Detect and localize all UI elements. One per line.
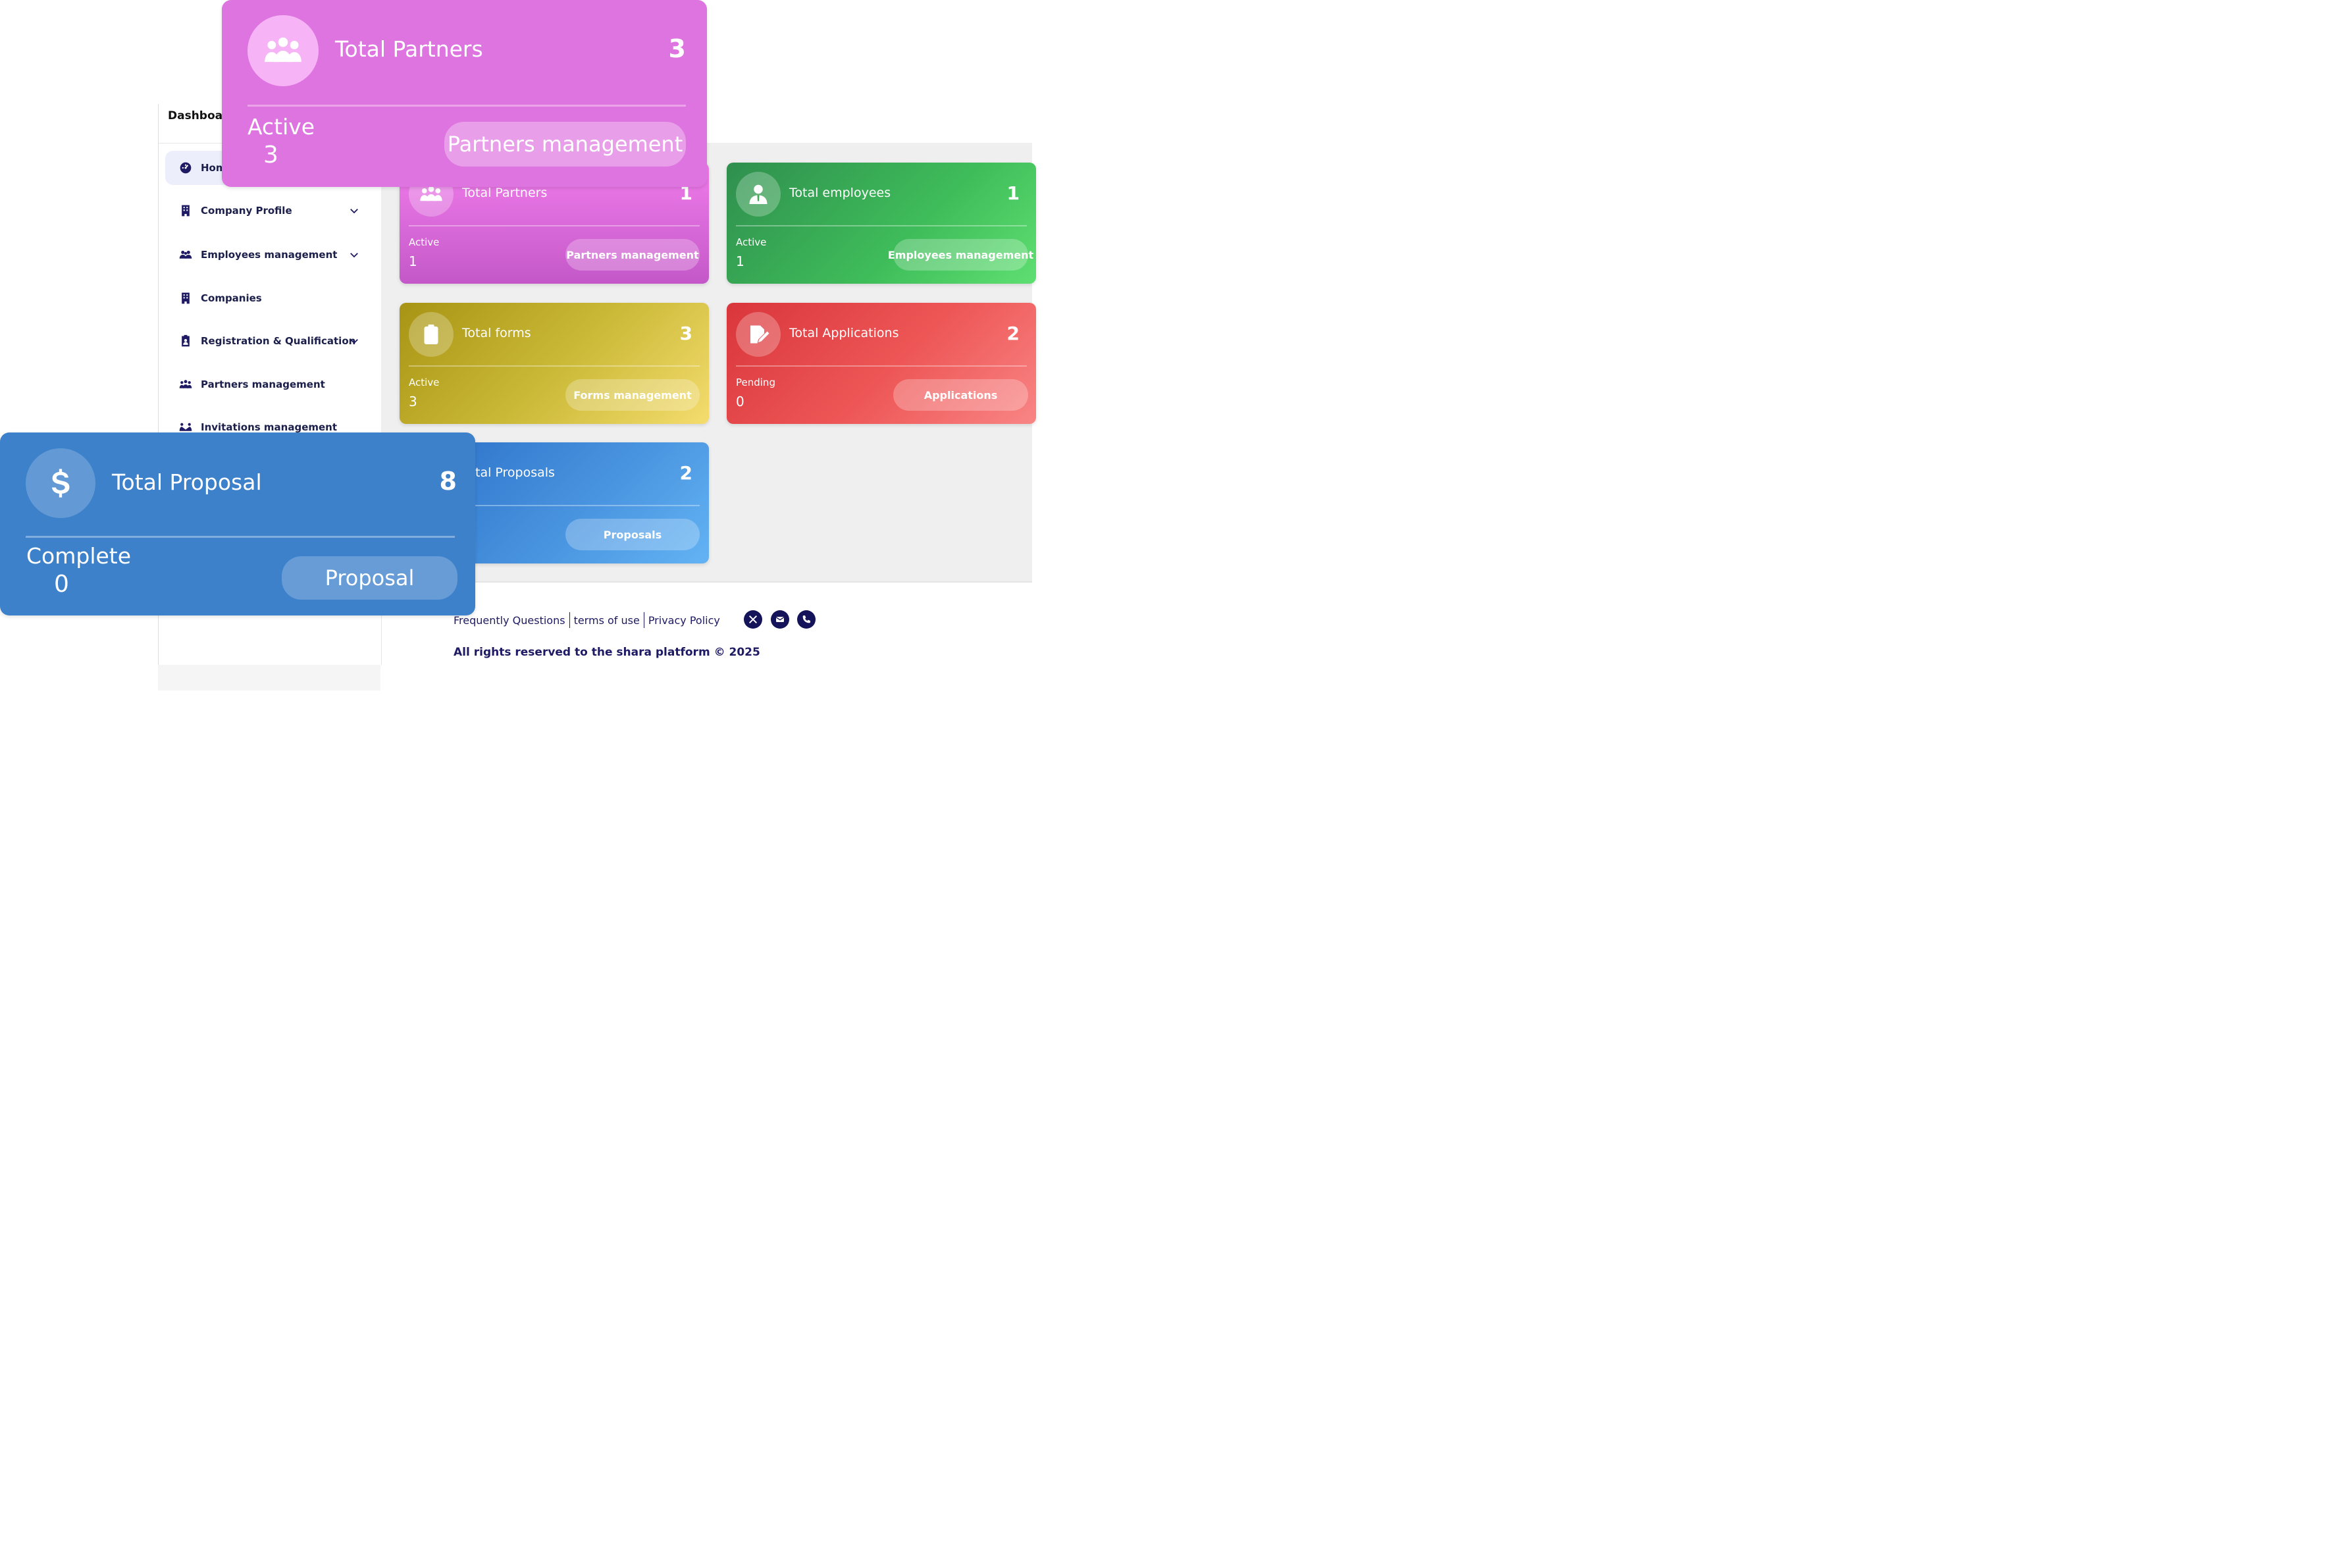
card-title: Total Partners bbox=[335, 36, 483, 62]
footer-link-privacy[interactable]: Privacy Policy bbox=[648, 614, 720, 627]
footer-divider bbox=[381, 581, 1032, 583]
sidebar-item-company-profile[interactable]: Company Profile bbox=[165, 194, 373, 228]
chevron-down-icon[interactable] bbox=[348, 205, 360, 217]
forms-management-button[interactable]: Forms management bbox=[565, 379, 700, 411]
card-total-applications: Total Applications 2 Pending 0 Applicati… bbox=[727, 303, 1036, 424]
card-divider bbox=[247, 105, 686, 107]
proposal-button[interactable]: Proposal bbox=[282, 556, 457, 600]
card-status-value: 3 bbox=[263, 142, 278, 169]
employee-icon bbox=[736, 172, 781, 217]
card-status-label: Complete bbox=[26, 543, 132, 569]
card-count: 2 bbox=[1006, 323, 1020, 344]
card-count: 3 bbox=[668, 34, 686, 63]
card-count: 8 bbox=[439, 467, 457, 496]
card-title: Total forms bbox=[462, 326, 531, 340]
card-status-label: Pending bbox=[736, 377, 775, 388]
footer-links: Frequently Questions terms of use Privac… bbox=[454, 612, 720, 628]
card-status-label: Active bbox=[409, 236, 440, 248]
zoom-card-total-proposal: Total Proposal 8 Complete 0 Proposal bbox=[0, 432, 475, 615]
x-icon[interactable] bbox=[744, 610, 762, 629]
applications-button[interactable]: Applications bbox=[893, 379, 1028, 411]
card-divider bbox=[409, 225, 700, 226]
clipboard-icon bbox=[409, 312, 454, 357]
card-title: Total employees bbox=[789, 186, 891, 200]
card-total-employees: Total employees 1 Active 1 Employees man… bbox=[727, 163, 1036, 284]
sidebar-item-label: Companies bbox=[201, 292, 262, 304]
sidebar-item-partners-management[interactable]: Partners management bbox=[165, 367, 373, 402]
card-status-value: 0 bbox=[54, 571, 69, 598]
group-icon bbox=[178, 377, 193, 392]
card-divider bbox=[736, 225, 1027, 226]
card-count: 3 bbox=[679, 323, 692, 344]
card-total-forms: Total forms 3 Active 3 Forms management bbox=[400, 303, 709, 424]
chevron-down-icon[interactable] bbox=[348, 249, 360, 261]
building-icon bbox=[178, 291, 193, 305]
sidebar-item-label: Company Profile bbox=[201, 205, 292, 217]
card-divider bbox=[409, 365, 700, 367]
dollar-icon bbox=[26, 448, 95, 518]
card-status-value: 1 bbox=[409, 253, 417, 269]
card-status-value: 1 bbox=[736, 253, 744, 269]
card-status-value: 3 bbox=[409, 394, 417, 409]
partners-management-button[interactable]: Partners management bbox=[444, 122, 686, 167]
zoom-card-total-partners: Total Partners 3 Active 3 Partners manag… bbox=[222, 0, 707, 187]
partners-management-button[interactable]: Partners management bbox=[565, 239, 700, 271]
mail-icon[interactable] bbox=[771, 610, 789, 629]
card-divider bbox=[736, 365, 1027, 367]
footer-link-terms[interactable]: terms of use bbox=[574, 614, 640, 627]
card-title: Total Proposals bbox=[462, 465, 555, 480]
group-icon bbox=[247, 15, 319, 86]
card-count: 1 bbox=[1006, 182, 1020, 204]
building-icon bbox=[178, 203, 193, 218]
footer-link-faq[interactable]: Frequently Questions bbox=[454, 614, 565, 627]
sidebar-item-companies[interactable]: Companies bbox=[165, 281, 373, 315]
badge-icon bbox=[178, 334, 193, 348]
card-title: Total Partners bbox=[462, 186, 548, 200]
chevron-down-icon[interactable] bbox=[348, 335, 360, 347]
card-status-label: Active bbox=[247, 114, 315, 140]
employees-management-button[interactable]: Employees management bbox=[888, 239, 1033, 271]
users-icon bbox=[178, 248, 193, 262]
card-divider bbox=[26, 536, 455, 538]
sidebar-item-label: Partners management bbox=[201, 379, 325, 390]
phone-icon[interactable] bbox=[797, 610, 816, 629]
footer-link-separator bbox=[569, 612, 570, 628]
card-count: 2 bbox=[679, 462, 692, 484]
dashboard-icon bbox=[178, 161, 193, 175]
card-title: Total Applications bbox=[789, 326, 899, 340]
sidebar-item-label: Employees management bbox=[201, 249, 338, 261]
card-status-label: Active bbox=[736, 236, 767, 248]
card-title: Total Proposal bbox=[112, 469, 262, 495]
card-status-label: Active bbox=[409, 377, 440, 388]
sidebar-footer-area bbox=[158, 665, 380, 691]
sidebar-item-label: Invitations management bbox=[201, 421, 338, 433]
card-status-value: 0 bbox=[736, 394, 744, 409]
proposals-button[interactable]: Proposals bbox=[565, 519, 700, 550]
signature-icon bbox=[736, 312, 781, 357]
sidebar-item-employees-management[interactable]: Employees management bbox=[165, 238, 373, 272]
sidebar-item-registration-qualification[interactable]: Registration & Qualification bbox=[165, 324, 373, 358]
sidebar-item-label: Registration & Qualification bbox=[201, 335, 356, 347]
copyright-text: All rights reserved to the shara platfor… bbox=[454, 646, 760, 659]
